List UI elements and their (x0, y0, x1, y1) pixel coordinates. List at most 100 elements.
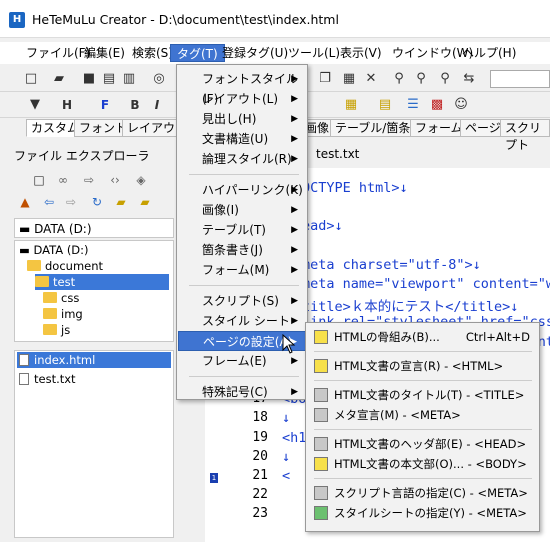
tag-menu-item-2[interactable]: 見出し(H) ▶ (178, 109, 306, 129)
folder-icon (43, 324, 57, 335)
page-menu-item-5[interactable]: メタ宣言(M) - <META> (308, 405, 538, 425)
tag-menu-item-10[interactable]: フォーム(M) ▶ (178, 260, 306, 280)
list-icon[interactable]: ☰ (404, 96, 422, 114)
forward-icon[interactable]: ⇨ (62, 193, 80, 211)
tab-6[interactable]: ページ (460, 119, 506, 137)
replace-icon[interactable]: ⇆ (460, 70, 478, 88)
color-grid-icon[interactable]: ▩ (428, 96, 446, 114)
tag-menu-item-6[interactable]: ハイパーリンク(K) ▶ (178, 180, 306, 200)
code-line[interactable]: meta charset="utf-8">↓ (302, 257, 481, 273)
highlight-icon[interactable]: ▼ (26, 96, 44, 114)
tag-icon[interactable]: ◈ (132, 171, 150, 189)
tree-item[interactable]: img (43, 306, 83, 322)
paste-icon[interactable]: ▦ (340, 70, 358, 88)
code-icon[interactable]: ‹› (106, 171, 124, 189)
drive-select[interactable]: ▬ DATA (D:) (14, 218, 174, 238)
tag-menu-item-1[interactable]: レイアウト(L) ▶ (178, 89, 306, 109)
explorer-title: ファイル エクスプローラ (14, 149, 150, 163)
code-line[interactable]: ↓ (282, 449, 290, 465)
page-menu-item-11[interactable]: スタイルシートの指定(Y) - <META> (308, 503, 538, 523)
tree-item[interactable]: css (43, 290, 79, 306)
delete-icon[interactable]: ✕ (362, 70, 380, 88)
refresh-icon[interactable]: ↻ (88, 193, 106, 211)
submenu-arrow-icon: ▶ (291, 356, 298, 366)
menu-item-label: スタイルシートの指定(Y) - <META> (334, 506, 527, 520)
book-icon[interactable]: ▥ (120, 70, 138, 88)
back-icon[interactable]: ⇦ (40, 193, 58, 211)
font-button[interactable]: F (96, 96, 114, 114)
menu-item-label: フレーム(E) (202, 354, 267, 368)
file-item[interactable]: index.html (17, 352, 171, 368)
menu-item-label: 特殊記号(C) (202, 385, 268, 399)
tag-icon (314, 388, 328, 402)
page-menu-item-2[interactable]: HTML文書の宣言(R) - <HTML> (308, 356, 538, 376)
tag-menu-item-0[interactable]: フォントスタイル(F) ▶ (178, 69, 306, 106)
heading-button[interactable]: H (58, 96, 76, 114)
new-file-icon[interactable]: □ (22, 70, 40, 88)
tag-menu-item-3[interactable]: 文書構造(U) ▶ (178, 129, 306, 149)
file-item[interactable]: test.txt (17, 371, 171, 387)
tag-menu-item-8[interactable]: テーブル(T) ▶ (178, 220, 306, 240)
tag-menu-item-13[interactable]: スタイル シート(Y)▶ (178, 311, 306, 348)
new-folder-icon[interactable]: ▰ (136, 193, 154, 211)
tag-menu-item-15[interactable]: フレーム(E) ▶ (178, 351, 306, 371)
table-icon[interactable]: ▦ (342, 96, 360, 114)
code-line[interactable]: <h1 (282, 430, 306, 446)
open-folder-icon[interactable]: ▰ (50, 70, 68, 88)
tag-menu-item-12[interactable]: スクリプト(S) ▶ (178, 291, 306, 311)
code-line[interactable]: meta name="viewport" content="w (302, 276, 550, 292)
tab-4[interactable]: テーブル/箇条 (330, 119, 416, 137)
italic-button[interactable]: I (148, 96, 166, 114)
submenu-arrow-icon: ▶ (291, 134, 298, 144)
page-menu-item-10[interactable]: スクリプト言語の指定(C) - <META> (308, 483, 538, 503)
code-line[interactable]: title>ｋ本的にテスト</title>↓ (302, 295, 518, 315)
tag-menu-item-17[interactable]: 特殊記号(C) ▶ (178, 382, 306, 402)
tree-item[interactable]: test (35, 274, 169, 290)
tab-5[interactable]: フォーム (410, 119, 468, 137)
tree-item[interactable]: js (43, 322, 70, 338)
tag-menu-item-7[interactable]: 画像(I) ▶ (178, 200, 306, 220)
code-line[interactable]: OCTYPE html>↓ (302, 180, 408, 196)
document-icon[interactable]: ▤ (376, 96, 394, 114)
tag-menu-item-9[interactable]: 箇条書き(J) ▶ (178, 240, 306, 260)
emoji-icon[interactable]: ☺ (452, 96, 470, 114)
menu-6[interactable]: 表示(V) (334, 44, 388, 62)
tree-item[interactable]: ▬ DATA (D:) (19, 242, 89, 258)
save-all-icon[interactable]: ▤ (100, 70, 118, 88)
menu-8[interactable]: ヘルプ(H) (456, 44, 522, 62)
search-input[interactable] (490, 70, 550, 88)
copy-icon[interactable]: ❐ (316, 70, 334, 88)
open-folder-icon[interactable]: ▰ (112, 193, 130, 211)
tree-item[interactable]: document (27, 258, 103, 274)
menu-separator (189, 174, 299, 175)
code-line[interactable]: < (282, 468, 290, 484)
tag-menu-item-4[interactable]: 論理スタイル(R) ▶ (178, 149, 306, 169)
forward-icon[interactable]: ⇨ (80, 171, 98, 189)
bold-button[interactable]: B (126, 96, 144, 114)
new-file-icon[interactable]: □ (30, 171, 48, 189)
code-line[interactable]: ead>↓ (302, 218, 343, 234)
preview-icon[interactable]: ◎ (150, 70, 168, 88)
page-menu-item-8[interactable]: HTML文書の本文部(O)... - <BODY> (308, 454, 538, 474)
code-line[interactable]: ↓ (282, 410, 290, 426)
menu-item-label: HTML文書の宣言(R) - <HTML> (334, 359, 504, 373)
editor-tab[interactable]: test.txt (316, 147, 359, 161)
menu-item-label: 論理スタイル(R) (202, 152, 292, 166)
find-icon[interactable]: ⚲ (390, 70, 408, 88)
page-menu-item-7[interactable]: HTML文書のヘッダ部(E) - <HEAD> (308, 434, 538, 454)
menu-1[interactable]: 編集(E) (78, 44, 131, 62)
tab-7[interactable]: スクリプト (500, 119, 550, 152)
folder-icon (43, 292, 57, 303)
find-next-icon[interactable]: ⚲ (436, 70, 454, 88)
page-menu-item-4[interactable]: HTML文書のタイトル(T) - <TITLE> (308, 385, 538, 405)
page-menu-item-0[interactable]: HTMLの骨組み(B)... Ctrl+Alt+D (308, 327, 538, 347)
up-folder-icon[interactable]: ▲ (16, 193, 34, 211)
menu-separator (189, 285, 299, 286)
file-item-label: test.txt (34, 372, 76, 386)
menu-item-label: HTML文書のタイトル(T) - <TITLE> (334, 388, 525, 402)
link-icon[interactable]: ∞ (54, 171, 72, 189)
save-icon[interactable]: ■ (80, 70, 98, 88)
menu-item-label: 画像(I) (202, 203, 239, 217)
find-prev-icon[interactable]: ⚲ (412, 70, 430, 88)
line-number: 21 (252, 468, 268, 483)
